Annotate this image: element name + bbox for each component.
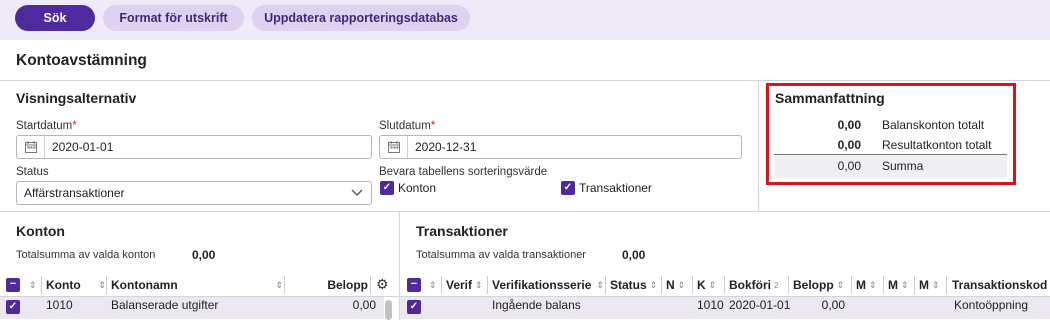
divider — [0, 80, 1050, 81]
column-header-n[interactable]: N ⇕ — [666, 274, 690, 296]
keep-sort-label: Bevara tabellens sorteringsvärde — [379, 166, 548, 178]
column-header-belopp[interactable]: Belopp — [288, 274, 368, 296]
status-select[interactable]: Affärstransaktioner — [16, 181, 372, 205]
transactions-total-value: 0,00 — [622, 248, 646, 262]
end-date-label: Slutdatum* — [379, 120, 436, 132]
sum-value: 0,00 — [837, 159, 861, 173]
divider — [692, 276, 693, 294]
status-value: Affärstransaktioner — [24, 186, 125, 200]
column-header-verifikationsserie[interactable]: Verifikationsserie ⇕ — [492, 274, 604, 296]
balance-total-label: Balanskonton totalt — [882, 118, 985, 132]
end-date-input[interactable]: 2020-12-31 — [379, 135, 742, 159]
status-label: Status — [16, 166, 49, 178]
select-all-accounts-checkbox[interactable]: − — [6, 278, 20, 292]
cell-belopp: 0,00 — [352, 298, 376, 312]
cell-konto: 1010 — [46, 298, 73, 312]
column-header-m2[interactable]: M ⇕ — [888, 274, 912, 296]
divider — [487, 276, 488, 294]
divider — [605, 276, 606, 294]
row-checkbox[interactable]: ✓ — [6, 300, 20, 314]
divider — [724, 276, 725, 294]
column-header-belopp[interactable]: Belopp ⇕ — [793, 274, 849, 296]
update-reporting-db-button[interactable]: Uppdatera rapporteringsdatabas — [252, 5, 470, 31]
chevron-down-icon — [351, 186, 363, 201]
divider — [0, 211, 1050, 212]
gear-icon[interactable]: ⚙ — [376, 276, 389, 293]
start-date-label: Startdatum* — [16, 120, 77, 132]
summary-title: Sammanfattning — [775, 90, 885, 106]
divider — [41, 276, 42, 294]
divider — [851, 276, 852, 294]
cell-transaktionskod: Kontoöppning — [954, 298, 1029, 312]
keep-transactions-checkbox[interactable]: ✓ — [561, 181, 575, 195]
column-header-kontonamn[interactable]: Kontonamn ⇕ — [111, 274, 283, 296]
result-total-value: 0,00 — [837, 138, 861, 152]
start-date-value: 2020-01-01 — [52, 140, 114, 154]
accounts-total-value: 0,00 — [192, 248, 216, 262]
scrollbar[interactable] — [385, 300, 392, 320]
column-header-konto[interactable]: Konto ⇕ — [46, 274, 106, 296]
toolbar: Sök Format för utskrift Uppdatera rappor… — [0, 0, 1050, 40]
column-header-transaktionskod[interactable]: Transaktionskod — [952, 274, 1050, 296]
column-header-k[interactable]: K ⇕ — [697, 274, 723, 296]
calendar-icon[interactable] — [17, 136, 45, 158]
cell-bokforing: 2020-01-01 — [729, 298, 791, 312]
column-header-status[interactable]: Status ⇕ — [610, 274, 660, 296]
divider — [370, 276, 371, 294]
column-header-verif[interactable]: Verif ⇕ — [446, 274, 486, 296]
transactions-title: Transaktioner — [416, 223, 508, 239]
column-header-m3[interactable]: M ⇕ — [919, 274, 943, 296]
divider — [883, 276, 884, 294]
required-mark: * — [430, 120, 436, 132]
accounts-title: Konton — [16, 223, 65, 239]
print-format-button[interactable]: Format för utskrift — [103, 5, 244, 31]
divider — [788, 276, 789, 294]
column-header-sort[interactable]: ⇕ — [26, 274, 40, 296]
cell-k: 1010 — [697, 298, 724, 312]
calendar-icon[interactable] — [380, 136, 408, 158]
transactions-total-label: Totalsumma av valda transaktioner — [416, 249, 586, 261]
page-title: Kontoavstämning — [16, 52, 147, 69]
start-date-input[interactable]: 2020-01-01 — [16, 135, 372, 159]
select-all-transactions-checkbox[interactable]: − — [407, 278, 421, 292]
divider — [914, 276, 915, 294]
end-date-value: 2020-12-31 — [415, 140, 477, 154]
balance-total-value: 0,00 — [837, 118, 861, 132]
cell-verifikationsserie: Ingående balans — [492, 298, 581, 312]
result-total-label: Resultatkonton totalt — [882, 138, 992, 152]
keep-accounts-checkbox[interactable]: ✓ — [380, 181, 394, 195]
column-header-bokforing[interactable]: Bokföri 2 — [729, 274, 787, 296]
column-header-m1[interactable]: M ⇕ — [856, 274, 880, 296]
accounts-total-label: Totalsumma av valda konton — [16, 249, 156, 261]
required-mark: * — [72, 120, 77, 132]
divider — [106, 276, 107, 294]
keep-transactions-label: Transaktioner — [579, 181, 652, 195]
cell-kontonamn: Balanserade utgifter — [111, 298, 219, 312]
divider — [758, 81, 759, 211]
cell-belopp: 0,00 — [821, 298, 845, 312]
divider — [661, 276, 662, 294]
row-checkbox[interactable]: ✓ — [407, 300, 421, 314]
column-header-sort[interactable]: ⇕ — [426, 274, 440, 296]
divider — [284, 276, 285, 294]
sum-label: Summa — [882, 159, 924, 173]
options-title: Visningsalternativ — [16, 90, 137, 106]
divider — [946, 276, 947, 294]
divider — [441, 276, 442, 294]
search-button[interactable]: Sök — [15, 5, 95, 31]
keep-accounts-label: Konton — [398, 181, 437, 195]
